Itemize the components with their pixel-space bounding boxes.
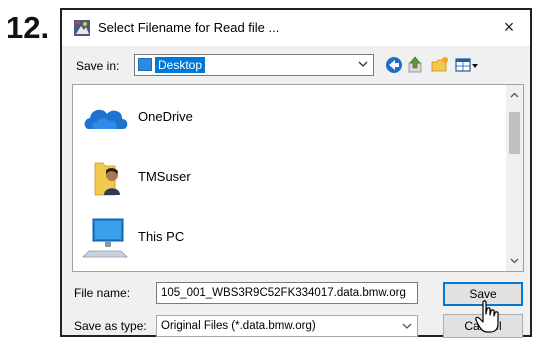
list-item-label: TMSuser	[138, 169, 191, 184]
onedrive-cloud-icon	[84, 109, 128, 129]
desktop-folder-icon	[138, 58, 152, 71]
list-item-this-pc[interactable]: This PC	[73, 211, 273, 263]
file-name-label: File name:	[74, 286, 131, 300]
hand-cursor-icon	[475, 300, 499, 333]
save-as-type-value: Original Files (*.data.bmw.org)	[161, 320, 316, 332]
chevron-down-icon[interactable]	[509, 255, 520, 266]
list-item-tmsuser[interactable]: TMSuser	[73, 151, 273, 203]
app-icon	[74, 20, 90, 36]
file-list[interactable]: OneDrive TMSuser This PC	[72, 84, 524, 272]
chevron-down-icon	[402, 323, 412, 329]
user-folder-icon	[94, 162, 120, 196]
list-item-onedrive[interactable]: OneDrive	[73, 91, 273, 143]
new-folder-icon[interactable]	[430, 55, 450, 75]
vertical-scrollbar[interactable]	[506, 85, 523, 271]
save-in-value: Desktop	[155, 57, 206, 73]
save-file-dialog: Select Filename for Read file ... × Save…	[60, 8, 532, 338]
save-in-dropdown[interactable]: Desktop	[134, 54, 374, 76]
chevron-down-icon	[358, 61, 368, 67]
step-number: 12.	[6, 10, 50, 45]
dialog-title: Select Filename for Read file ...	[98, 20, 280, 35]
scroll-thumb[interactable]	[509, 112, 520, 154]
save-as-type-label: Save as type:	[74, 319, 147, 333]
save-as-type-select[interactable]: Original Files (*.data.bmw.org)	[156, 315, 418, 337]
up-folder-icon[interactable]	[406, 55, 426, 75]
title-bar: Select Filename for Read file ... ×	[62, 10, 530, 46]
chevron-up-icon[interactable]	[509, 90, 520, 101]
close-button[interactable]: ×	[498, 16, 520, 38]
list-item-label: This PC	[138, 229, 185, 244]
computer-icon	[82, 218, 128, 258]
list-item-label: OneDrive	[138, 109, 193, 124]
view-menu-icon[interactable]	[454, 55, 480, 75]
file-name-input[interactable]: 105_001_WBS3R9C52FK334017.data.bmw.org	[156, 282, 418, 304]
back-icon[interactable]	[384, 55, 404, 75]
save-in-label: Save in:	[76, 59, 120, 73]
